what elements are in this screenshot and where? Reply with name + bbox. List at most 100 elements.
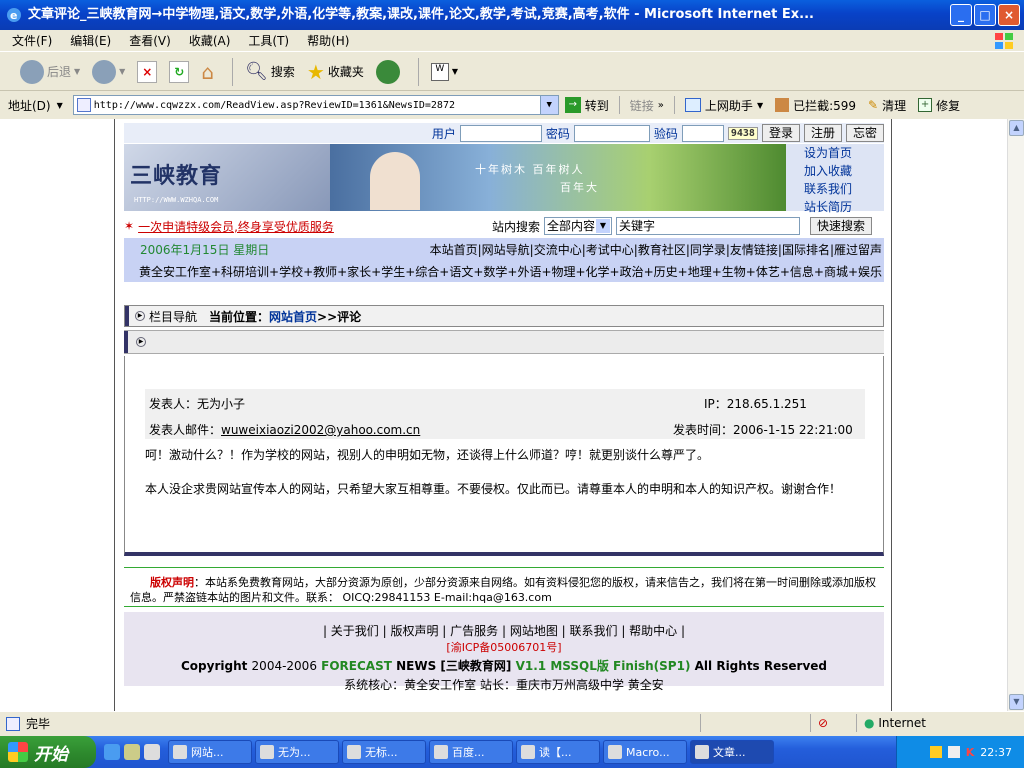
close-button[interactable]: ×: [998, 4, 1020, 26]
taskbar-item[interactable]: 无标...: [342, 740, 426, 764]
icp-link[interactable]: [渝ICP备05006701号]: [124, 639, 884, 655]
site-search-label: 站内搜索: [491, 219, 540, 234]
assistant-button[interactable]: 上网助手: [705, 97, 753, 114]
go-arrow-icon[interactable]: →: [564, 97, 581, 113]
taskbar-item-label: Macro...: [626, 745, 670, 759]
chevron-down-icon[interactable]: ▼: [57, 101, 63, 110]
column-nav-label: 栏目导航: [149, 309, 198, 324]
repair-button[interactable]: 修复: [936, 97, 960, 114]
tray-icon[interactable]: [947, 746, 960, 758]
contact-link[interactable]: 联系我们: [804, 180, 884, 198]
clean-button[interactable]: 清理: [882, 97, 906, 114]
refresh-button[interactable]: ↻: [169, 60, 190, 83]
search-scope-select[interactable]: 全部内容: [543, 217, 612, 235]
ie-icon: e: [7, 8, 21, 22]
webmaster-resume-link[interactable]: 站长简历: [804, 198, 884, 216]
search-button[interactable]: 🔍︎ 搜索: [245, 61, 295, 82]
menu-tools[interactable]: 工具(T): [248, 32, 289, 49]
stop-button[interactable]: ×: [137, 60, 158, 83]
home-button[interactable]: ⌂: [201, 60, 214, 84]
footer-links[interactable]: | 关于我们 | 版权声明 | 广告服务 | 网站地图 | 联系我们 | 帮助中…: [124, 622, 884, 639]
scroll-down-arrow[interactable]: ▼: [1009, 694, 1024, 710]
app-quicklaunch-icon[interactable]: [124, 744, 140, 760]
quick-search-button[interactable]: 快速搜索: [809, 217, 872, 235]
media-button[interactable]: [375, 59, 400, 84]
add-favorite-link[interactable]: 加入收藏: [804, 162, 884, 180]
maximize-button[interactable]: □: [974, 4, 996, 26]
macromedia-icon: [608, 745, 622, 759]
register-button[interactable]: 注册: [803, 124, 842, 142]
current-location-label: 当前位置：: [209, 309, 270, 324]
chevron-down-icon[interactable]: ▼: [539, 96, 558, 114]
tray-icon[interactable]: [929, 746, 942, 758]
menu-help[interactable]: 帮助(H): [307, 32, 349, 49]
review-panel: 发表人：无为小子 IP：218.65.1.251 发表人邮件：wuweixiao…: [124, 356, 884, 556]
main-nav-links[interactable]: 本站首页|网站导航|交流中心|考试中心|教育社区|同学录|友情链接|国际排名|雁…: [430, 241, 882, 258]
security-zone: ● Internet: [864, 716, 926, 730]
menu-edit[interactable]: 编辑(E): [70, 32, 111, 49]
login-row: 用户 密码 验码 9438 登录 注册 忘密: [124, 123, 884, 143]
taskbar-item-label: 无为...: [278, 746, 311, 759]
toolbar-separator: [232, 57, 234, 86]
taskbar-item[interactable]: 无为...: [255, 740, 339, 764]
status-divider: [856, 714, 857, 732]
forgot-password-button[interactable]: 忘密: [845, 124, 884, 142]
password-input[interactable]: [573, 124, 650, 142]
back-button[interactable]: 后退 ▼: [20, 59, 80, 84]
blocked-count[interactable]: 已拦截:599: [793, 97, 856, 114]
captcha-input[interactable]: [681, 124, 724, 142]
app-quicklaunch-icon[interactable]: [144, 744, 160, 760]
side-links: 设为首页 加入收藏 联系我们 站长简历: [786, 144, 884, 214]
minimize-button[interactable]: _: [950, 4, 972, 26]
chevron-right-icon[interactable]: »: [658, 100, 664, 111]
site-search: 站内搜索 全部内容 关键字 快速搜索: [492, 217, 884, 235]
review-info: 发表人：无为小子 IP：218.65.1.251 发表人邮件：wuweixiao…: [145, 389, 865, 439]
set-homepage-link[interactable]: 设为首页: [804, 144, 884, 162]
review-text-2: 本人没企求贵网站宣传本人的网站，只希望大家互相尊重。不要侵权。仅此而已。请尊重本…: [145, 482, 842, 496]
site-logo[interactable]: 三峡教育 HTTP://WWW.WZHQA.COM: [124, 144, 330, 211]
review-email-row: 发表人邮件：wuweixiaozi2002@yahoo.com.cn: [149, 421, 420, 438]
links-label[interactable]: 链接: [630, 97, 654, 114]
chevron-down-icon[interactable]: ▼: [757, 101, 763, 110]
forward-button[interactable]: ▼: [92, 59, 125, 84]
search-keyword-input[interactable]: 关键字: [615, 217, 800, 235]
menu-view[interactable]: 查看(V): [129, 32, 171, 49]
favorites-button[interactable]: ★ 收藏夹: [307, 60, 364, 84]
taskbar-item[interactable]: 读【...: [516, 740, 600, 764]
start-button[interactable]: 开始: [0, 736, 96, 768]
taskbar-item[interactable]: 网站...: [168, 740, 252, 764]
username-input[interactable]: [459, 124, 542, 142]
menu-file[interactable]: 文件(F): [12, 32, 52, 49]
taskbar-item[interactable]: Macro...: [603, 740, 687, 764]
popup-blocked-icon[interactable]: ⊘: [818, 716, 828, 730]
taskbar: 开始 网站... 无为... 无标... 百度... 读【... Macro..…: [0, 736, 1024, 768]
tray-icon[interactable]: K: [966, 746, 975, 759]
search-icon: 🔍︎: [245, 61, 268, 82]
ie-icon: [521, 745, 535, 759]
bullet-icon: ▶: [135, 311, 145, 321]
breadcrumb-home-link[interactable]: 网站首页: [269, 308, 317, 325]
taskbar-item-active[interactable]: 文章...: [690, 740, 774, 764]
menu-favorites[interactable]: 收藏(A): [189, 32, 231, 49]
category-links[interactable]: 黄全安工作室+科研培训+学校+教师+家长+学生+综合+语文+数学+外语+物理+化…: [139, 263, 882, 280]
logo-url: HTTP://WWW.WZHQA.COM: [134, 196, 219, 204]
url-input[interactable]: http://www.cqwzzx.com/ReadView.asp?Revie…: [72, 95, 559, 115]
taskbar-item[interactable]: 百度...: [429, 740, 513, 764]
vertical-scrollbar[interactable]: ▲ ▼: [1007, 119, 1024, 711]
ie-quicklaunch-icon[interactable]: [104, 744, 120, 760]
quick-launch: [104, 744, 160, 760]
copyright-prefix: Copyright: [180, 659, 248, 673]
status-text: 完毕: [26, 717, 51, 731]
popup-blocker-icon: [775, 98, 790, 112]
review-email-link[interactable]: wuweixiaozi2002@yahoo.com.cn: [221, 423, 420, 437]
copyright-text: ：本站系免费教育网站，大部分资源为原创，少部分资源来自网络。如有资料侵犯您的版权…: [130, 576, 876, 604]
vip-link[interactable]: 一次申请特级会员,终身享受优质服务: [138, 218, 334, 235]
clock: 22:37: [980, 745, 1012, 759]
scroll-up-arrow[interactable]: ▲: [1009, 120, 1024, 136]
go-button[interactable]: 转到: [585, 97, 609, 114]
window-title-bar[interactable]: e 文章评论_三峡教育网→中学物理,语文,数学,外语,化学等,教案,课改,课件,…: [0, 0, 1024, 30]
password-label: 密码: [545, 126, 570, 141]
login-button[interactable]: 登录: [761, 124, 800, 142]
logo-text: 三峡教育: [130, 164, 223, 189]
edit-button[interactable]: W ▼: [430, 62, 458, 81]
